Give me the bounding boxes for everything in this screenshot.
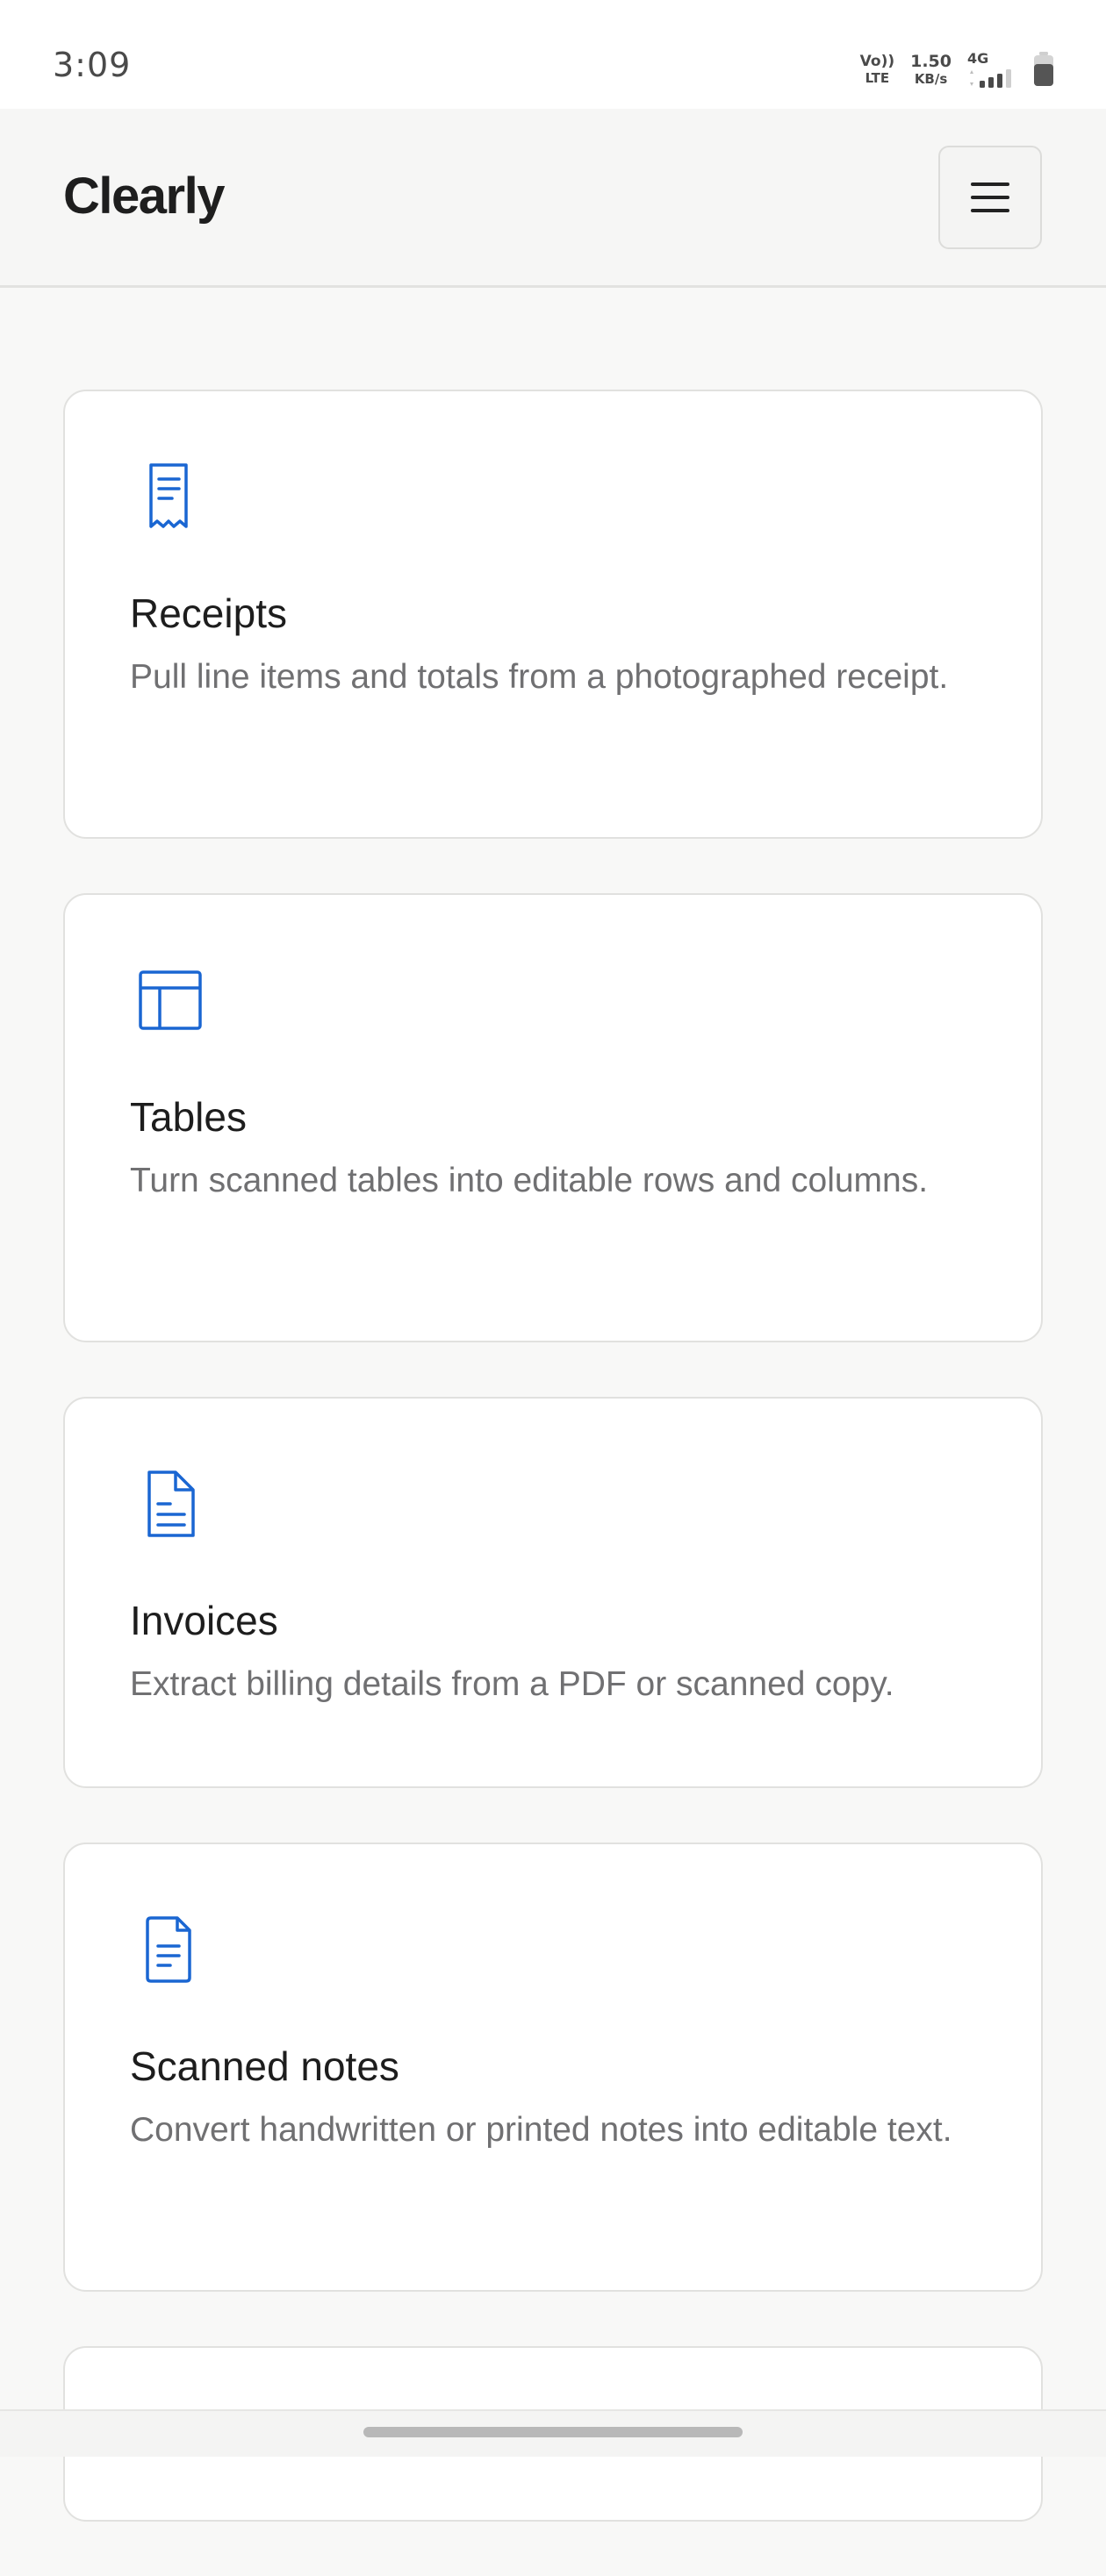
volte-indicator: Vo)) LTE <box>860 54 894 85</box>
card-description: Extract billing details from a PDF or sc… <box>130 1665 894 1704</box>
hamburger-menu-icon <box>971 182 1009 212</box>
signal-indicator: 4G <box>967 49 1016 88</box>
card-description: Turn scanned tables into editable rows a… <box>130 1162 929 1200</box>
card-scanned-notes[interactable]: Scanned notes Convert handwritten or pri… <box>63 1843 1043 2292</box>
card-description: Convert handwritten or printed notes int… <box>130 2111 952 2150</box>
card-title: Receipts <box>130 590 287 636</box>
status-bar: 3:09 Vo)) LTE 1.50 KB/s 4G <box>0 0 1106 109</box>
lte-label: LTE <box>865 69 890 86</box>
brand-logo-text[interactable]: Clearly <box>63 167 225 225</box>
battery-icon <box>1032 52 1055 87</box>
status-time: 3:09 <box>53 46 132 84</box>
table-icon <box>130 963 204 1037</box>
invoice-document-icon <box>130 1467 204 1541</box>
notes-document-icon <box>130 1913 204 1986</box>
document-type-list: Receipts Pull line items and totals from… <box>63 390 1043 2576</box>
card-description: Pull line items and totals from a photog… <box>130 658 949 697</box>
network-speed-unit: KB/s <box>914 70 948 87</box>
app-header: Clearly <box>0 109 1106 288</box>
network-speed: 1.50 KB/s <box>910 51 952 87</box>
card-tables[interactable]: Tables Turn scanned tables into editable… <box>63 893 1043 1342</box>
card-title: Tables <box>130 1094 247 1140</box>
network-speed-value: 1.50 <box>910 51 952 71</box>
card-title: Scanned notes <box>130 2043 399 2089</box>
network-type-label: 4G <box>967 49 989 67</box>
card-receipts[interactable]: Receipts Pull line items and totals from… <box>63 390 1043 839</box>
signal-strength-icon <box>970 68 1011 88</box>
home-indicator[interactable] <box>363 2427 743 2437</box>
card-title: Invoices <box>130 1598 278 1643</box>
menu-button[interactable] <box>938 146 1042 249</box>
volte-label: Vo)) <box>859 52 895 70</box>
receipt-icon <box>130 460 204 533</box>
card-invoices[interactable]: Invoices Extract billing details from a … <box>63 1397 1043 1788</box>
status-icons: Vo)) LTE 1.50 KB/s 4G <box>860 47 1055 91</box>
